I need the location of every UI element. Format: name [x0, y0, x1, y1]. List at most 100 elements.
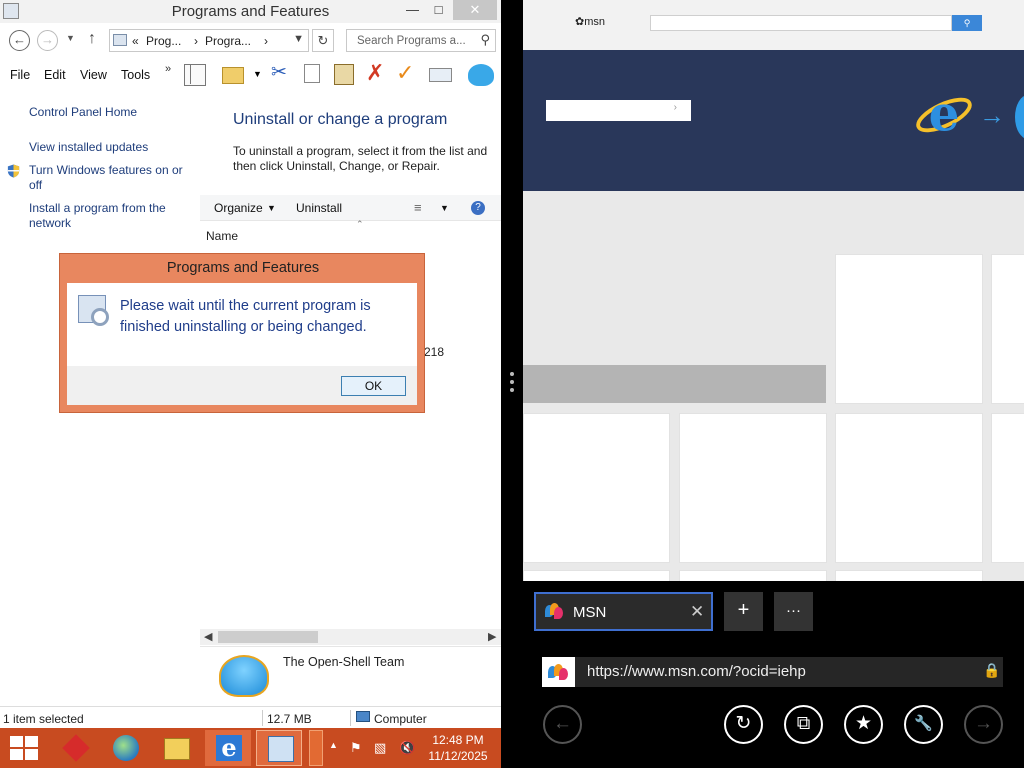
please-wait-dialog: Programs and Features Please wait until … [59, 253, 425, 413]
forward-button[interactable]: → [37, 30, 58, 51]
drag-handle-icon[interactable] [510, 372, 514, 376]
search-icon[interactable]: ⚲ [952, 15, 982, 31]
cut-icon[interactable]: ✂ [271, 61, 293, 83]
back-button[interactable]: ← [543, 705, 582, 744]
checkmark-icon[interactable]: ✓ [396, 60, 418, 85]
scroll-right-icon[interactable]: ▶ [488, 630, 496, 643]
taskbar-app[interactable] [52, 730, 98, 766]
paste-icon[interactable] [334, 64, 354, 85]
volume-muted-icon[interactable]: 🔇 [399, 740, 415, 756]
taskbar-app[interactable]: e [205, 730, 251, 766]
window-titlebar[interactable]: Programs and Features — □ ✕ [0, 0, 501, 23]
menu-file[interactable]: File [10, 68, 30, 82]
breadcrumb-item[interactable]: Prog... [146, 34, 181, 48]
address-dropdown[interactable]: ▼ [293, 33, 304, 45]
folder-options-icon[interactable] [222, 67, 244, 84]
scrollbar-thumb[interactable] [218, 631, 318, 643]
chevron-down-icon[interactable]: ▼ [253, 69, 263, 91]
status-divider [350, 710, 351, 726]
maximize-button[interactable]: □ [426, 0, 451, 20]
close-tab-icon[interactable]: ✕ [690, 602, 704, 622]
taskbar-app[interactable] [102, 730, 148, 766]
content-tile[interactable] [523, 413, 670, 563]
details-pane: The Open-Shell Team [200, 646, 501, 706]
view-options-icon[interactable]: ≡ [414, 200, 422, 215]
help-icon[interactable]: ? [471, 201, 485, 215]
view-installed-updates-link[interactable]: View installed updates [29, 140, 148, 155]
content-banner[interactable] [523, 365, 826, 403]
windows-features-link[interactable]: Turn Windows features on or off [29, 163, 194, 193]
content-tile[interactable] [679, 413, 827, 563]
column-header-name[interactable]: Name [206, 229, 238, 243]
hero-banner: › e → [523, 50, 1024, 191]
file-explorer-icon [164, 738, 190, 760]
clock[interactable]: 12:48 PM 11/12/2025 [425, 732, 491, 764]
favicon-petal [559, 668, 568, 680]
taskbar-app[interactable] [256, 730, 302, 766]
web-search-input[interactable] [650, 15, 952, 31]
action-center-icon[interactable]: ⚑ [350, 740, 362, 756]
lock-icon[interactable]: 🔒 [983, 662, 1000, 679]
properties-icon[interactable] [429, 68, 452, 82]
page-description: To uninstall a program, select it from t… [233, 144, 488, 173]
menu-view[interactable]: View [80, 68, 107, 82]
list-item[interactable]: 218 [424, 345, 444, 359]
favorites-button[interactable]: ★ [844, 705, 883, 744]
uninstall-button[interactable]: Uninstall [296, 201, 342, 215]
red-app-icon [62, 734, 90, 762]
taskbar-overflow-strip[interactable] [309, 730, 323, 766]
recent-locations-dropdown[interactable]: ▼ [66, 33, 75, 43]
ok-button[interactable]: OK [341, 376, 406, 396]
browser-tab[interactable]: MSN ✕ [534, 592, 713, 631]
layout-icon[interactable] [184, 64, 206, 86]
refresh-button[interactable]: ↻ [312, 29, 334, 52]
dialog-message: Please wait until the current program is… [120, 298, 371, 335]
snap-divider[interactable] [501, 0, 523, 768]
content-tile[interactable] [835, 413, 983, 563]
content-tile[interactable] [835, 254, 983, 404]
chevron-down-icon[interactable]: ▼ [267, 203, 276, 213]
show-hidden-icons[interactable]: ▲ [329, 740, 338, 750]
close-button[interactable]: ✕ [453, 0, 497, 20]
new-tab-button[interactable]: + [724, 592, 763, 631]
view-dropdown-icon[interactable]: ▼ [440, 203, 449, 213]
organize-button[interactable]: Organize [214, 201, 263, 215]
internet-explorer-icon: e [216, 735, 242, 761]
address-bar[interactable]: https://www.msn.com/?ocid=iehp 🔒 [542, 657, 1003, 687]
tabs-button[interactable]: ⧉ [784, 705, 823, 744]
search-input[interactable]: Search Programs a... ⚲ [346, 29, 496, 52]
start-button[interactable] [10, 736, 38, 760]
control-panel-home-link[interactable]: Control Panel Home [29, 105, 137, 120]
msn-logo[interactable]: ✿msn [575, 15, 605, 28]
breadcrumb-separator: › [194, 34, 198, 48]
search-icon[interactable]: ⚲ [480, 32, 490, 48]
breadcrumb[interactable]: « Prog... › Progra... › ▼ [109, 29, 309, 52]
menu-edit[interactable]: Edit [44, 68, 66, 82]
minimize-button[interactable]: — [400, 0, 425, 20]
back-button[interactable]: ← [9, 30, 30, 51]
content-tile[interactable] [991, 413, 1024, 563]
scroll-left-icon[interactable]: ◀ [204, 630, 212, 643]
up-button[interactable]: ↑ [88, 30, 96, 48]
open-shell-icon[interactable] [468, 64, 494, 86]
network-icon[interactable]: ▧ [374, 740, 386, 756]
dialog-body: Please wait until the current program is… [67, 283, 417, 366]
install-from-network-link[interactable]: Install a program from the network [29, 201, 189, 231]
chevron-right-icon: › [673, 102, 677, 113]
content-tile[interactable] [991, 254, 1024, 404]
control-panel-icon [268, 736, 294, 762]
page-tools-button[interactable]: 🔧 [904, 705, 943, 744]
menu-tools[interactable]: Tools [121, 68, 150, 82]
toolbar-overflow-chevron[interactable]: » [165, 63, 171, 75]
hero-input[interactable]: › [546, 100, 691, 121]
forward-button[interactable]: → [964, 705, 1003, 744]
delete-icon[interactable]: ✗ [366, 60, 388, 85]
breadcrumb-item[interactable]: Progra... [205, 34, 251, 48]
horizontal-scrollbar[interactable]: ◀ ▶ [200, 629, 501, 645]
refresh-button[interactable]: ↻ [724, 705, 763, 744]
url-text[interactable]: https://www.msn.com/?ocid=iehp [587, 663, 806, 680]
copy-icon[interactable] [304, 64, 320, 83]
taskbar-app[interactable] [153, 730, 199, 766]
tab-options-button[interactable]: ··· [774, 592, 813, 631]
breadcrumb-overflow[interactable]: « [132, 34, 139, 48]
